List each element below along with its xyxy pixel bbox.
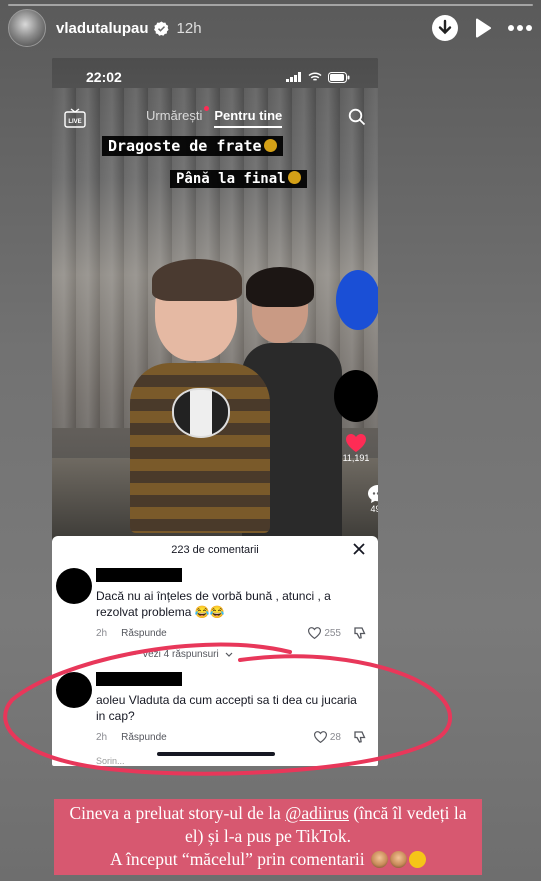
creator-avatar-redacted[interactable] [334,370,378,422]
more-options-icon[interactable] [507,24,533,32]
comments-sheet: 223 de comentarii Dacă nu ai înțeles de … [52,536,378,766]
username[interactable]: vladutalupau [56,20,149,37]
phone-status-bar: 22:02 [52,66,378,88]
home-indicator [157,752,275,756]
search-icon[interactable] [348,108,366,126]
commenter-name-redacted[interactable] [96,672,182,686]
comment-text: Dacă nu ai înțeles de vorbă bună , atunc… [96,589,331,619]
comment-age: 2h [96,627,108,639]
comment-likes: 28 [329,731,341,743]
signal-icon [286,72,301,82]
close-icon[interactable] [352,542,366,556]
facepalm-emoji-icon [390,851,407,868]
video-caption-line2: Până la final [170,170,307,188]
comment-item: Dacă nu ai înțeles de vorbă bună , atunc… [52,568,378,639]
emoji-icon [287,171,301,184]
comments-count: 493 [370,504,378,514]
heart-outline-icon [308,627,322,639]
comment-text: aoleu Vladuta da cum accepti sa ti dea c… [96,693,357,723]
comment-item: aoleu Vladuta da cum accepti sa ti dea c… [52,672,378,743]
battery-icon [328,71,350,83]
emoji-icon [263,139,277,152]
tiktok-top-nav: LIVE Urmărești Pentru tine [52,106,378,130]
chevron-down-icon [225,652,233,657]
comment-bubble-icon [368,485,378,503]
comments-title: 223 de comentarii [171,544,259,556]
comment-like-button[interactable]: 28 [313,731,341,743]
comment-likes: 255 [324,627,341,639]
comments-header: 223 de comentarii [52,536,378,564]
heart-icon [346,434,366,452]
svg-text:LIVE: LIVE [68,119,81,125]
tiktok-screenshot: 22:02 LIVE Urmărești Pentru tine Dragost… [52,58,378,766]
notification-dot [204,106,210,111]
live-icon[interactable]: LIVE [64,108,86,128]
tab-following[interactable]: Urmărești [146,106,210,128]
download-icon[interactable] [431,14,459,42]
commenter-avatar-redacted[interactable] [56,672,92,708]
story-text-banner: Cineva a preluat story-ul de la @adiirus… [54,799,482,875]
user-avatar[interactable] [8,9,46,47]
heart-outline-icon [313,731,327,743]
comment-meta: 2h Răspunde 255 [96,627,366,639]
comment-button[interactable]: 493 [334,484,378,514]
like-button[interactable]: 11,191 [334,433,378,463]
reply-button[interactable]: Răspunde [121,628,167,639]
commenter-avatar-redacted[interactable] [56,568,92,604]
laughing-emoji-icon [409,851,426,868]
commenter-name-redacted[interactable] [96,568,182,582]
comment-meta: 2h Răspunde 28 [96,731,366,743]
post-time: 12h [176,19,202,37]
dislike-icon[interactable] [353,731,366,743]
verified-badge-icon [153,20,169,36]
reply-button[interactable]: Răspunde [121,732,167,743]
child-figure [130,259,270,540]
view-replies-button[interactable]: Vezi 4 răspunsuri [52,649,378,660]
story-header: vladutalupau 12h [8,8,533,48]
mention-link[interactable]: @adiirus [285,803,349,823]
wifi-icon [308,72,322,81]
comment-age: 2h [96,731,108,743]
video-caption-line1: Dragoste de frate [102,136,283,156]
instagram-story: vladutalupau 12h 22:02 LIVE Urmărești Pe… [0,0,541,881]
play-icon[interactable] [473,17,493,39]
blue-balloon [336,270,378,330]
next-comment-peek: Sorin... [96,756,125,766]
comment-like-button[interactable]: 255 [308,627,341,639]
dislike-icon[interactable] [353,627,366,639]
status-clock: 22:02 [86,69,122,85]
tab-for-you[interactable]: Pentru tine [214,108,283,128]
video-frame: 22:02 LIVE Urmărești Pentru tine Dragost… [52,58,378,540]
story-progress-bar [8,4,533,6]
likes-count: 11,191 [342,453,370,463]
facepalm-emoji-icon [371,851,388,868]
